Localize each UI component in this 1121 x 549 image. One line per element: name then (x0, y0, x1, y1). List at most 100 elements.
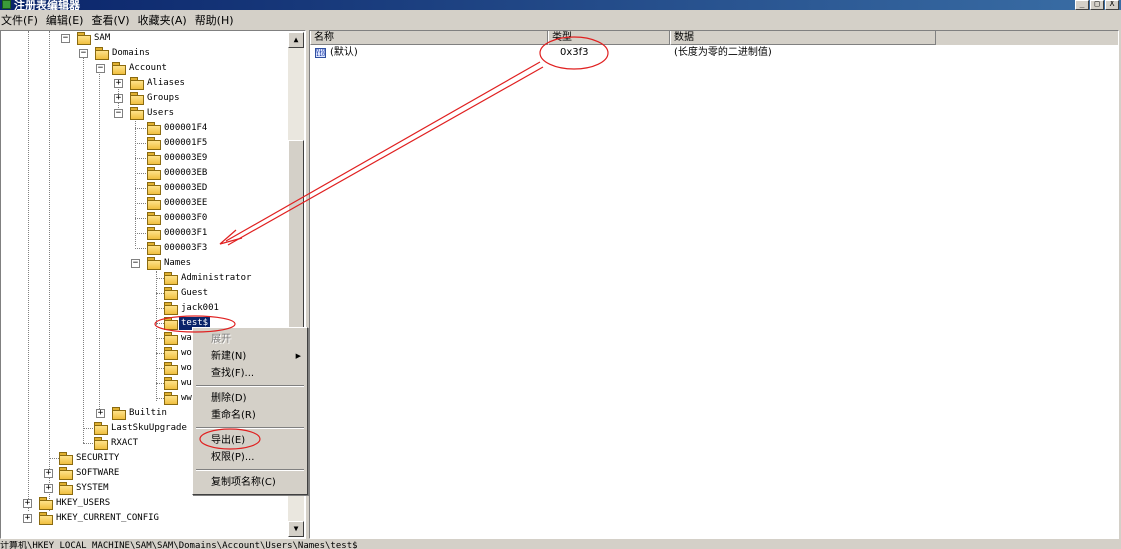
close-button[interactable]: X (1105, 0, 1119, 10)
menu-item-new[interactable]: 新建(N) ▶ (195, 348, 305, 365)
folder-open-icon (94, 47, 110, 60)
list-header: 名称 类型 数据 (310, 31, 1118, 45)
folder-icon (93, 422, 109, 435)
tree-item-names[interactable]: − Names (1, 256, 291, 271)
column-header-type[interactable]: 类型 (548, 31, 670, 45)
menu-item-delete[interactable]: 删除(D) (195, 390, 305, 407)
menu-item-export[interactable]: 导出(E) (195, 432, 305, 449)
menu-help[interactable]: 帮助(H) (191, 12, 238, 28)
tree-item-account[interactable]: − Account (1, 61, 291, 76)
expand-icon[interactable]: + (44, 469, 53, 478)
tree-item-user-key[interactable]: 000003E9 (1, 151, 291, 166)
folder-icon (93, 437, 109, 450)
column-header-name[interactable]: 名称 (310, 31, 548, 45)
expand-icon[interactable]: + (114, 79, 123, 88)
folder-icon (163, 347, 179, 360)
tree-item-users[interactable]: − Users (1, 106, 291, 121)
tree-item-label: RXACT (111, 438, 139, 448)
folder-icon (129, 92, 145, 105)
tree-item-label: Administrator (181, 273, 252, 283)
folder-icon (146, 197, 162, 210)
tree-item-label: Domains (112, 48, 150, 58)
collapse-icon[interactable]: − (79, 49, 88, 58)
folder-icon (146, 137, 162, 150)
tree-item-user-key[interactable]: 000003ED (1, 181, 291, 196)
menu-separator (196, 427, 304, 429)
tree-item-label: Users (147, 108, 175, 118)
values-list[interactable]: 名称 类型 数据 010 110 (默认) 0x3f3 (长度为零的二进制值) (309, 30, 1119, 539)
tree-item-label: SYSTEM (76, 483, 109, 493)
column-header-data[interactable]: 数据 (670, 31, 936, 45)
minimize-button[interactable]: _ (1075, 0, 1089, 10)
scroll-down-button[interactable]: ▼ (288, 521, 304, 537)
scroll-up-button[interactable]: ▲ (288, 32, 304, 48)
scroll-thumb[interactable] (288, 140, 304, 335)
tree-item-label: 000003F0 (164, 213, 208, 223)
folder-icon (163, 392, 179, 405)
expand-icon[interactable]: + (114, 94, 123, 103)
expand-icon[interactable]: + (23, 514, 32, 523)
tree-item-sam[interactable]: − SAM (1, 31, 291, 46)
menu-bar: 文件(F) 编辑(E) 查看(V) 收藏夹(A) 帮助(H) (0, 11, 1121, 28)
tree-item-user-key[interactable]: 000003EB (1, 166, 291, 181)
folder-icon (111, 407, 127, 420)
tree-item-label: 000003EB (164, 168, 208, 178)
folder-icon (146, 167, 162, 180)
menu-item-permissions[interactable]: 权限(P)... (195, 449, 305, 466)
menu-item-rename[interactable]: 重命名(R) (195, 407, 305, 424)
menu-separator (196, 385, 304, 387)
tree-item-user-key[interactable]: 000003F1 (1, 226, 291, 241)
folder-icon (163, 377, 179, 390)
menu-item-find[interactable]: 查找(F)... (195, 365, 305, 382)
menu-edit[interactable]: 编辑(E) (42, 12, 88, 28)
tree-item-user-key[interactable]: 000003EE (1, 196, 291, 211)
menu-item-copy-key-name[interactable]: 复制项名称(C) (195, 474, 305, 491)
folder-icon (58, 482, 74, 495)
tree-item-groups[interactable]: + Groups (1, 91, 291, 106)
value-row[interactable]: 010 110 (默认) 0x3f3 (长度为零的二进制值) (310, 46, 1118, 60)
maximize-button[interactable]: □ (1090, 0, 1104, 10)
expand-icon[interactable]: + (23, 499, 32, 508)
tree-item-label: Builtin (129, 408, 167, 418)
tree-item-user-key[interactable]: 000001F4 (1, 121, 291, 136)
folder-open-icon (129, 107, 145, 120)
tree-item-label: jack001 (181, 303, 219, 313)
folder-icon (146, 212, 162, 225)
folder-icon (163, 302, 179, 315)
menu-view[interactable]: 查看(V) (87, 12, 133, 28)
tree-item-label: Groups (147, 93, 180, 103)
tree-item-domains[interactable]: − Domains (1, 46, 291, 61)
tree-item-hkey-current-config[interactable]: + HKEY_CURRENT_CONFIG (1, 511, 291, 526)
tree-item-label: Aliases (147, 78, 185, 88)
status-path: 计算机\HKEY_LOCAL_MACHINE\SAM\SAM\Domains\A… (0, 541, 358, 549)
tree-item-user-key[interactable]: 000003F0 (1, 211, 291, 226)
menu-file[interactable]: 文件(F) (0, 12, 42, 28)
tree-item-hkey-users[interactable]: + HKEY_USERS (1, 496, 291, 511)
collapse-icon[interactable]: − (131, 259, 140, 268)
tree-item-name-key[interactable]: Guest (1, 286, 291, 301)
expand-icon[interactable]: + (44, 484, 53, 493)
collapse-icon[interactable]: − (61, 34, 70, 43)
collapse-icon[interactable]: − (114, 109, 123, 118)
menu-favorites[interactable]: 收藏夹(A) (134, 12, 191, 28)
tree-item-user-key[interactable]: 000003F3 (1, 241, 291, 256)
collapse-icon[interactable]: − (96, 64, 105, 73)
folder-icon (146, 122, 162, 135)
tree-item-name-key[interactable]: jack001 (1, 301, 291, 316)
tree-item-label: Account (129, 63, 167, 73)
tree-item-name-key[interactable]: Administrator (1, 271, 291, 286)
folder-icon (58, 467, 74, 480)
context-menu[interactable]: 展开 新建(N) ▶ 查找(F)... 删除(D) 重命名(R) 导出(E) 权限… (192, 327, 308, 495)
expand-icon[interactable]: + (96, 409, 105, 418)
folder-icon (146, 182, 162, 195)
tree-item-label: 000003E9 (164, 153, 208, 163)
folder-icon (146, 152, 162, 165)
tree-item-user-key[interactable]: 000001F5 (1, 136, 291, 151)
tree-item-aliases[interactable]: + Aliases (1, 76, 291, 91)
tree-item-label: 000003ED (164, 183, 208, 193)
folder-icon (163, 332, 179, 345)
tree-item-label: SOFTWARE (76, 468, 120, 478)
menu-item-expand[interactable]: 展开 (195, 331, 305, 348)
folder-icon (163, 272, 179, 285)
folder-icon (58, 452, 74, 465)
